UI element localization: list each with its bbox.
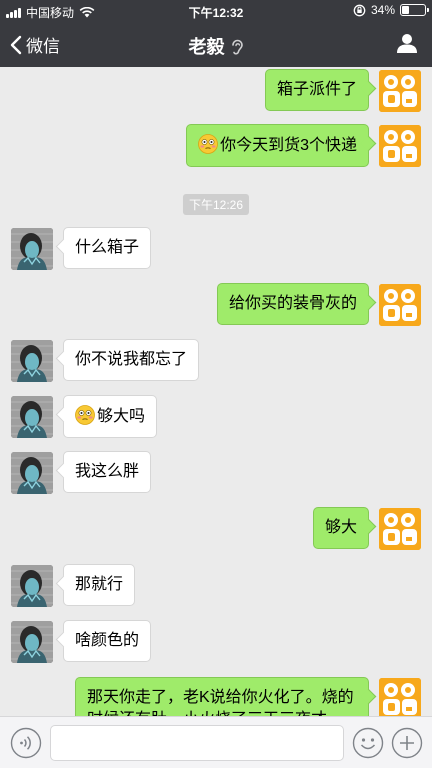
message-bubble-other[interactable]: 啥颜色的 [63,620,152,662]
contact-avatar-image [11,565,53,607]
message-bubble-self[interactable]: 给你买的装骨灰的 [216,283,369,325]
self-avatar-icon [379,284,421,326]
voice-icon [10,727,42,759]
message-bubble-other[interactable]: 够大吗 [63,395,158,438]
contact-avatar-image [11,228,53,270]
emoji-button[interactable] [352,727,384,764]
message-text: 啥颜色的 [75,632,140,649]
contact-avatar[interactable] [11,565,53,607]
self-avatar-icon [379,508,421,550]
self-avatar-icon [379,70,421,112]
emoji-icon [352,727,384,759]
message-text: 你今天到货3个快递 [220,137,357,154]
self-avatar[interactable] [379,70,421,112]
message-bubble-self[interactable]: 箱子派件了 [264,69,369,111]
profile-icon [397,34,417,53]
top-bar: 中国移动 下午12:32 34% 微信 老毅 [0,0,432,67]
self-avatar[interactable] [379,284,421,326]
contact-avatar-image [11,452,53,494]
message-bubble-self[interactable]: 你今天到货3个快递 [186,124,369,167]
message-text: 你不说我都忘了 [75,351,188,368]
battery-fill [402,6,410,14]
flushed-emoji-icon [198,134,218,154]
status-bar: 中国移动 下午12:32 34% [0,0,432,22]
nav-bar: 微信 老毅 [0,22,432,67]
voice-button[interactable] [10,727,42,764]
battery-icon [400,4,429,16]
contact-avatar[interactable] [11,340,53,382]
message-text: 那就行 [75,576,124,593]
message-bubble-self[interactable]: 够大 [312,507,369,549]
contact-avatar[interactable] [11,621,53,663]
battery-percent: 34% [370,3,395,17]
contact-name: 老毅 [188,37,225,57]
chat-area[interactable]: 箱子派件了 你今天到货3个快递 下午12:26 什么箱子 给你买的装骨灰的 你不… [0,67,432,716]
chat-title: 老毅 [0,33,432,59]
plus-icon [391,727,423,759]
message-bubble-self[interactable]: 那天你走了，老K说给你火化了。烧的时候还有肚，小火烧了三天三夜才 [75,677,369,716]
message-bubble-other[interactable]: 你不说我都忘了 [63,339,200,381]
contact-avatar-image [11,396,53,438]
input-bar [0,716,432,768]
self-avatar[interactable] [379,678,421,716]
message-bubble-other[interactable]: 我这么胖 [63,451,152,493]
message-text: 那天你走了，老K说给你火化了。烧的时候还有肚，小火烧了三天三夜才 [87,689,354,716]
message-text: 箱子派件了 [276,81,357,98]
message-text: 够大 [324,519,357,536]
more-button[interactable] [391,727,423,764]
message-text: 我这么胖 [75,463,140,480]
self-avatar-icon [379,125,421,167]
status-right: 34% [353,3,429,17]
message-text: 什么箱子 [75,239,140,256]
profile-button[interactable] [396,32,418,59]
message-text: 够大吗 [97,408,146,425]
contact-avatar[interactable] [11,452,53,494]
flushed-emoji-icon [75,405,95,425]
self-avatar[interactable] [379,125,421,167]
contact-avatar-image [11,340,53,382]
contact-avatar[interactable] [11,228,53,270]
message-bubble-other[interactable]: 什么箱子 [63,227,152,269]
contact-avatar[interactable] [11,396,53,438]
message-bubble-other[interactable]: 那就行 [63,564,136,606]
contact-avatar-image [11,621,53,663]
self-avatar[interactable] [379,508,421,550]
ear-icon [231,39,243,55]
timestamp-label: 下午12:26 [182,194,250,215]
message-text: 给你买的装骨灰的 [228,295,357,312]
rotation-lock-icon [353,4,366,16]
message-input[interactable] [50,725,344,761]
self-avatar-icon [379,678,421,716]
